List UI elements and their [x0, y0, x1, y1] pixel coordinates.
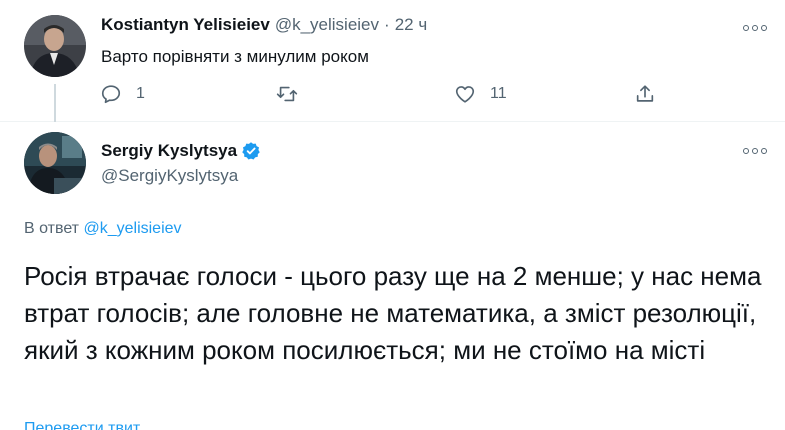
reply-count: 1 — [136, 85, 145, 102]
tweet-actions: 1 11 — [100, 83, 700, 109]
author-name[interactable]: Sergiy Kyslytsya — [101, 141, 237, 161]
avatar-kostiantyn[interactable] — [24, 15, 86, 77]
tweet-time[interactable]: 22 ч — [395, 15, 428, 35]
tweet-header: Kostiantyn Yelisieiev @k_yelisieiev · 22… — [101, 15, 427, 35]
retweet-button[interactable] — [276, 83, 312, 105]
reply-prefix: В ответ — [24, 220, 80, 237]
author-name[interactable]: Kostiantyn Yelisieiev — [101, 15, 270, 35]
reply-mention-link[interactable]: @k_yelisieiev — [83, 220, 181, 237]
tweet-text: Варто порівняти з минулим роком — [101, 47, 369, 66]
tweet-text: Росія втрачає голоси - цього разу ще на … — [24, 261, 762, 365]
like-icon — [455, 86, 475, 103]
retweet-icon — [276, 86, 298, 102]
reply-button[interactable]: 1 — [100, 83, 145, 105]
tweet-header: Sergiy Kyslytsya — [101, 141, 261, 161]
reply-context: В ответ @k_yelisieiev — [24, 220, 182, 238]
more-icon[interactable] — [743, 23, 767, 33]
share-button[interactable] — [634, 83, 656, 105]
like-count: 11 — [490, 85, 507, 102]
avatar-sergiy[interactable] — [24, 132, 86, 194]
thread-line — [54, 84, 56, 122]
separator-dot: · — [384, 15, 390, 34]
author-handle[interactable]: @SergiyKyslytsya — [101, 166, 238, 186]
more-icon[interactable] — [743, 146, 767, 156]
share-icon — [636, 85, 654, 102]
author-handle[interactable]: @k_yelisieiev — [275, 15, 379, 35]
verified-icon — [242, 142, 260, 160]
like-button[interactable]: 11 — [454, 83, 507, 105]
tweet-parent[interactable]: Kostiantyn Yelisieiev @k_yelisieiev · 22… — [0, 0, 785, 122]
translate-link[interactable]: Перевести твит — [24, 420, 140, 430]
reply-icon — [101, 85, 121, 104]
